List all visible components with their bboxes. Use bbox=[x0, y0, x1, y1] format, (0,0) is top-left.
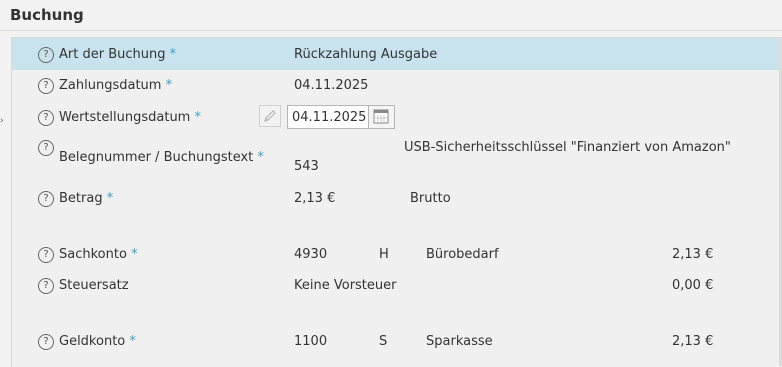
help-icon[interactable]: ? bbox=[38, 140, 54, 156]
collapse-arrow-icon[interactable]: › bbox=[0, 116, 4, 126]
label-art-der-buchung: Art der Buchung * bbox=[59, 47, 177, 62]
value-sachkonto-amount: 2,13 € bbox=[672, 247, 714, 262]
label-wertstellungsdatum: Wertstellungsdatum * bbox=[59, 110, 201, 125]
value-art-der-buchung[interactable]: Rückzahlung Ausgabe bbox=[294, 47, 437, 62]
value-sachkonto-name: Bürobedarf bbox=[426, 247, 499, 262]
calendar-icon[interactable] bbox=[369, 105, 395, 129]
help-icon[interactable]: ? bbox=[38, 334, 54, 350]
value-geldkonto-amount: 2,13 € bbox=[672, 334, 714, 349]
help-icon[interactable]: ? bbox=[38, 110, 54, 126]
label-zahlungsdatum: Zahlungsdatum * bbox=[59, 78, 173, 93]
booking-form-panel: ? Art der Buchung * Rückzahlung Ausgabe … bbox=[11, 37, 781, 367]
help-icon[interactable]: ? bbox=[38, 78, 54, 94]
title-divider bbox=[0, 30, 782, 31]
label-betrag: Betrag * bbox=[59, 191, 114, 206]
value-geldkonto-name: Sparkasse bbox=[426, 334, 493, 349]
value-geldkonto-side: S bbox=[379, 334, 388, 349]
value-zahlungsdatum[interactable]: 04.11.2025 bbox=[294, 78, 368, 93]
value-betrag[interactable]: 2,13 € bbox=[294, 191, 335, 206]
label-belegnummer: Belegnummer / Buchungstext * bbox=[59, 150, 264, 165]
label-steuersatz: Steuersatz bbox=[59, 278, 129, 293]
value-betrag-type[interactable]: Brutto bbox=[410, 191, 451, 206]
value-belegnummer[interactable]: 543 bbox=[294, 159, 319, 174]
value-steuersatz-amount: 0,00 € bbox=[672, 278, 714, 293]
help-icon[interactable]: ? bbox=[38, 47, 54, 63]
help-icon[interactable]: ? bbox=[38, 278, 54, 294]
help-icon[interactable]: ? bbox=[38, 247, 54, 263]
section-title: Buchung bbox=[10, 6, 84, 24]
value-sachkonto-side: H bbox=[379, 247, 389, 262]
wertstellungsdatum-input[interactable]: 04.11.2025 bbox=[287, 105, 369, 129]
value-geldkonto-number[interactable]: 1100 bbox=[294, 334, 327, 349]
help-icon[interactable]: ? bbox=[38, 191, 54, 207]
value-steuersatz[interactable]: Keine Vorsteuer bbox=[294, 278, 397, 293]
value-sachkonto-number[interactable]: 4930 bbox=[294, 247, 327, 262]
value-buchungstext[interactable]: USB-Sicherheitsschlüssel "Finanziert von… bbox=[404, 140, 731, 155]
label-sachkonto: Sachkonto * bbox=[59, 247, 138, 262]
label-geldkonto: Geldkonto * bbox=[59, 334, 136, 349]
pencil-icon[interactable] bbox=[259, 105, 281, 127]
